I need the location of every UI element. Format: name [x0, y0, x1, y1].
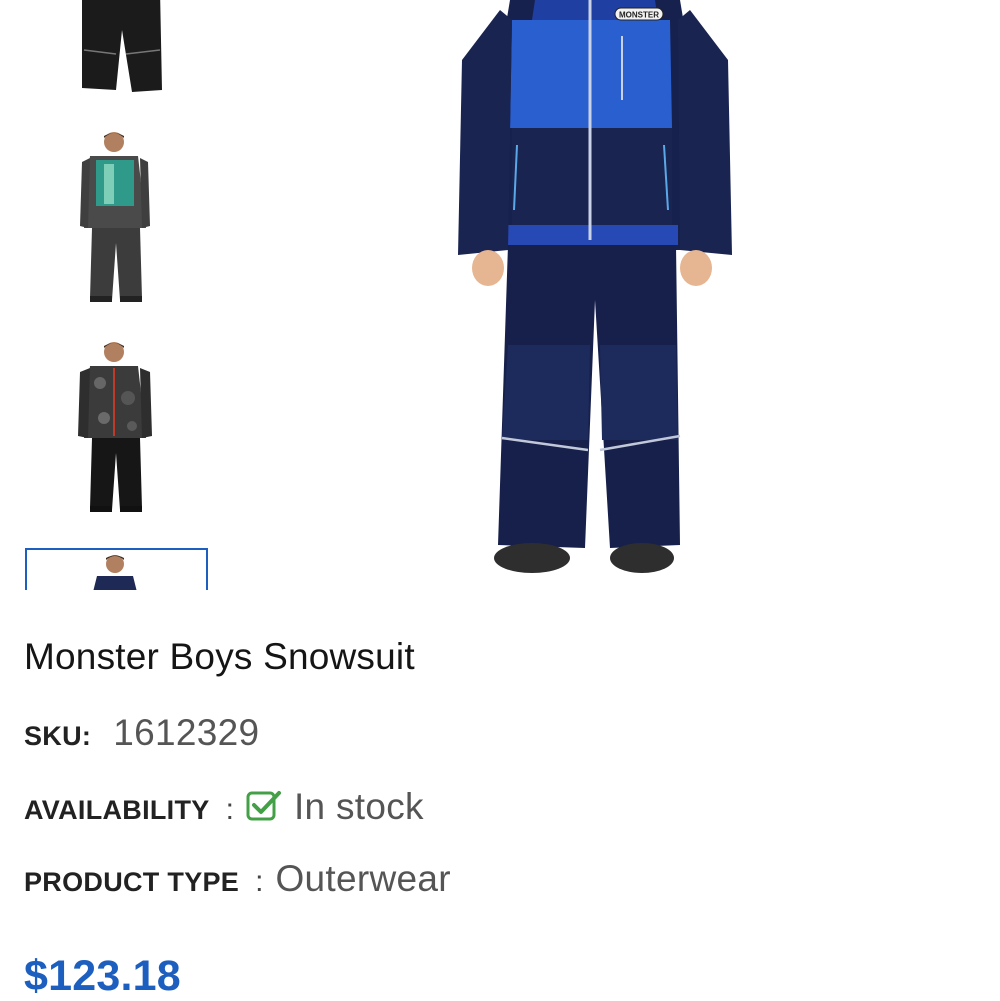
availability-value: In stock — [293, 786, 424, 827]
product-type-separator: : — [255, 865, 264, 898]
thumbnail-black-pants[interactable] — [60, 0, 170, 100]
sku-value: 1612329 — [113, 712, 260, 753]
sku-row: SKU: 1612329 — [24, 712, 259, 754]
thumbnail-navy-snowsuit-selected[interactable] — [25, 548, 208, 590]
main-product-image[interactable]: MONSTER — [440, 0, 750, 590]
brand-patch-text: MONSTER — [619, 11, 659, 20]
product-type-row: PRODUCT TYPE : Outerwear — [24, 858, 451, 900]
check-square-icon — [246, 790, 282, 822]
product-title: Monster Boys Snowsuit — [24, 636, 415, 677]
product-type-label: PRODUCT TYPE — [24, 867, 240, 897]
availability-separator: : — [225, 793, 234, 826]
sku-label: SKU: — [24, 721, 92, 751]
availability-row: AVAILABILITY : In stock — [24, 786, 424, 828]
availability-label: AVAILABILITY — [24, 795, 210, 825]
product-price: $123.18 — [24, 952, 181, 1000]
thumbnail-gallery — [0, 0, 240, 590]
thumbnail-camo-snowsuit[interactable] — [60, 338, 170, 518]
thumbnail-teal-snowsuit[interactable] — [60, 128, 170, 308]
product-type-value: Outerwear — [275, 858, 451, 899]
